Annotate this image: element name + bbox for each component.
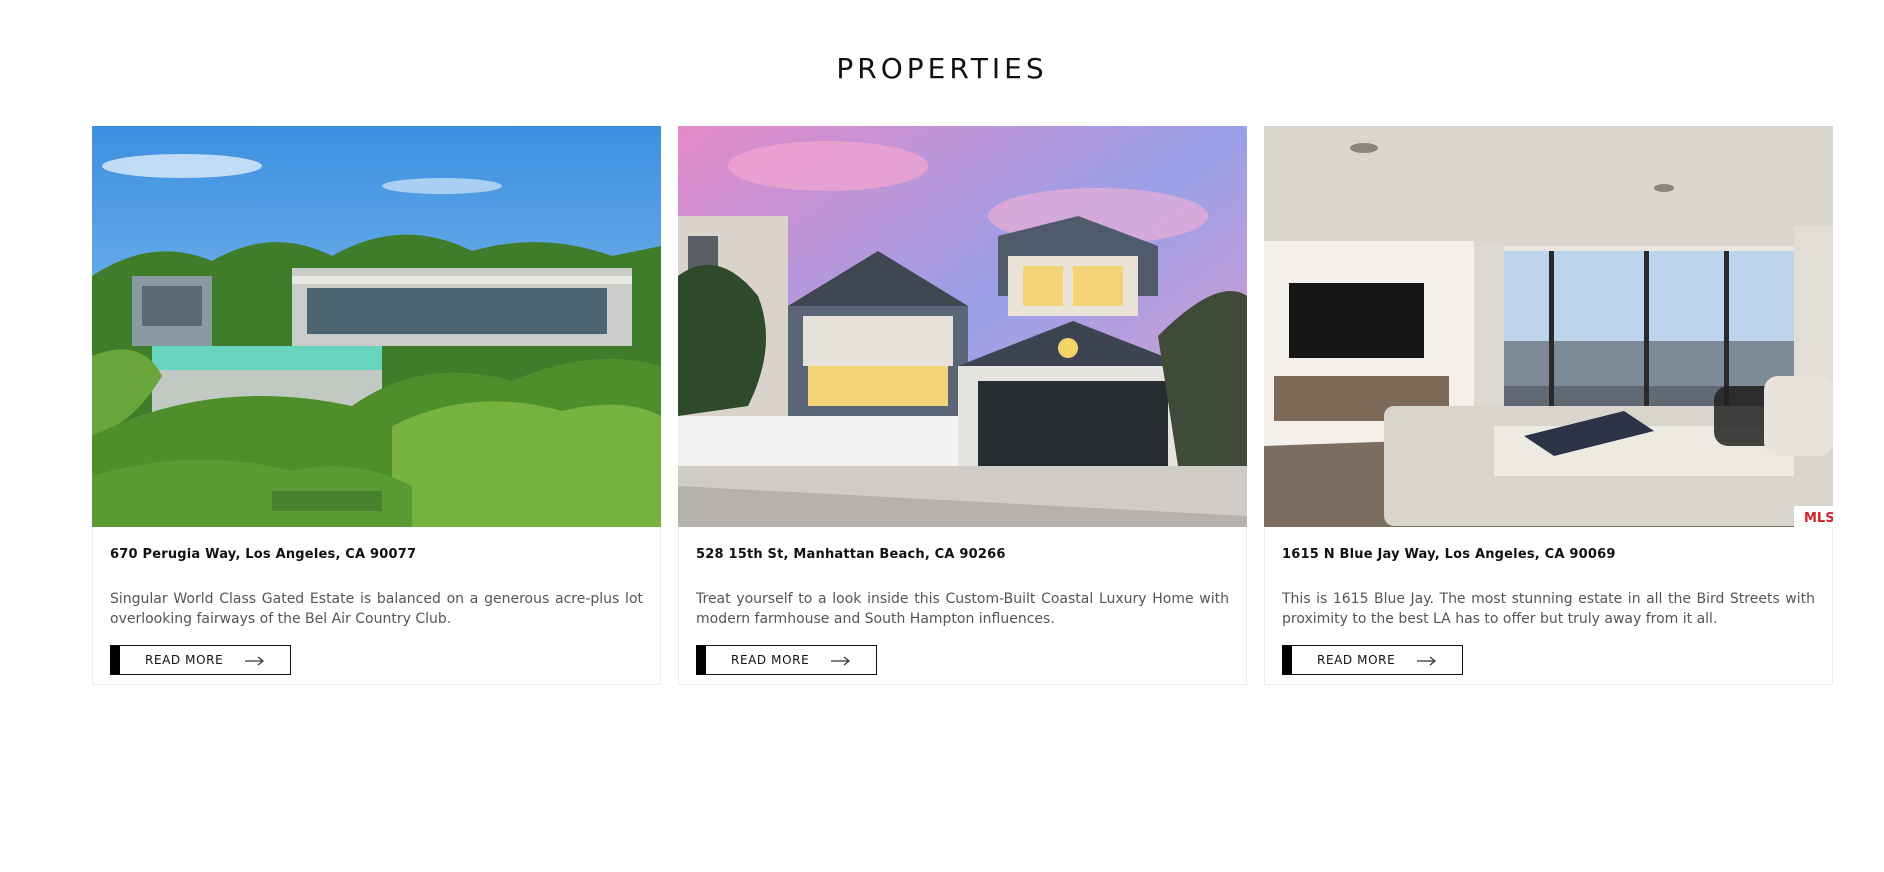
read-more-button[interactable]: READ MORE (110, 645, 291, 675)
property-address: 528 15th St, Manhattan Beach, CA 90266 (696, 547, 1006, 562)
read-more-button[interactable]: READ MORE (1282, 645, 1463, 675)
read-more-label: READ MORE (145, 653, 224, 667)
property-description: Treat yourself to a look inside this Cus… (696, 591, 1229, 627)
property-description: Singular World Class Gated Estate is bal… (110, 591, 643, 627)
read-more-button[interactable]: READ MORE (696, 645, 877, 675)
property-image-coastal-home[interactable] (678, 126, 1247, 527)
property-card-2[interactable]: 528 15th St, Manhattan Beach, CA 90266 T… (678, 126, 1247, 685)
property-image-hillside-estate[interactable] (92, 126, 661, 527)
property-card-3[interactable]: MLS 1615 N Blue Jay Way, Los Angeles, CA… (1264, 126, 1833, 685)
read-more-label: READ MORE (731, 653, 810, 667)
property-address: 670 Perugia Way, Los Angeles, CA 90077 (110, 547, 417, 562)
arrow-right-icon (245, 655, 265, 666)
property-address: 1615 N Blue Jay Way, Los Angeles, CA 900… (1282, 547, 1616, 562)
mls-badge: MLS (1804, 511, 1833, 526)
arrow-right-icon (1417, 655, 1437, 666)
properties-grid: 670 Perugia Way, Los Angeles, CA 90077 S… (92, 126, 1833, 685)
property-image-bedroom-view[interactable]: MLS (1264, 126, 1833, 527)
read-more-label: READ MORE (1317, 653, 1396, 667)
property-card-1[interactable]: 670 Perugia Way, Los Angeles, CA 90077 S… (92, 126, 661, 685)
property-description: This is 1615 Blue Jay. The most stunning… (1282, 591, 1815, 627)
section-title: PROPERTIES (836, 52, 1048, 85)
arrow-right-icon (831, 655, 851, 666)
